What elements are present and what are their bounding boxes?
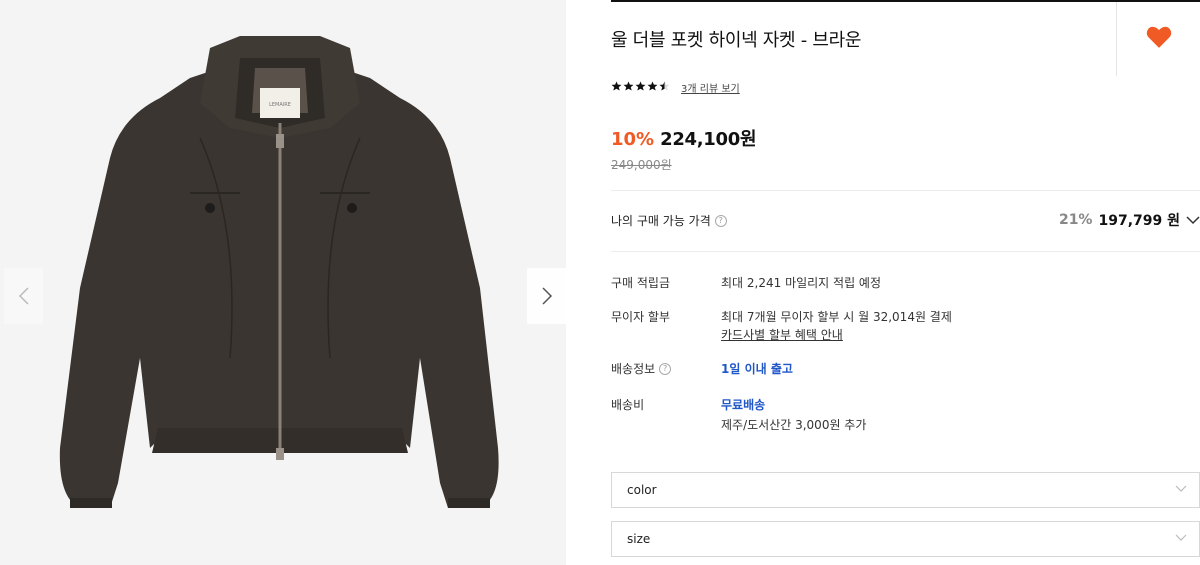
info-label-installment: 무이자 할부 [611, 310, 671, 324]
question-circle-icon[interactable]: ? [714, 214, 727, 227]
star-icon [635, 81, 646, 91]
info-value-shipping-fee: 무료배송 [721, 398, 766, 412]
info-label-points: 구매 적립금 [611, 276, 671, 290]
top-divider [611, 0, 1200, 2]
installment-benefit-link[interactable]: 카드사별 할부 혜택 안내 [721, 326, 843, 343]
star-icon [623, 81, 634, 91]
product-title: 울 더블 포켓 하이넥 자켓 - 브라운 [611, 30, 862, 51]
color-select-placeholder: color [627, 483, 657, 497]
wishlist-button[interactable] [1146, 25, 1172, 53]
my-price-label-text: 나의 구매 가능 가격 [611, 214, 711, 228]
heart-icon [1146, 26, 1172, 48]
product-image: LEMAIRE [59, 36, 499, 508]
review-link[interactable]: 3개 리뷰 보기 [681, 80, 740, 95]
divider [611, 190, 1200, 191]
size-select-placeholder: size [627, 532, 651, 546]
wish-divider [1116, 2, 1117, 76]
product-image-gallery: LEMAIRE [0, 0, 566, 565]
discount-rate: 10% [611, 129, 655, 150]
price-row: 10% 224,100원 [611, 125, 757, 151]
next-image-button[interactable] [527, 268, 566, 324]
info-value-shipping-fee-extra: 제주/도서산간 3,000원 추가 [721, 418, 867, 432]
prev-image-button[interactable] [4, 268, 43, 324]
info-label-shipping-fee: 배송비 [611, 398, 645, 412]
chevron-left-icon [18, 287, 29, 305]
my-price-toggle[interactable]: 21% 197,799 원 [1059, 210, 1200, 230]
info-value-shipping: 1일 이내 출고 [721, 362, 793, 376]
info-label-shipping-text: 배송정보 [611, 362, 656, 376]
my-price-value: 197,799 원 [1098, 213, 1180, 229]
half-star-icon [659, 81, 670, 91]
my-price-discount: 21% [1058, 212, 1093, 228]
star-icon [611, 81, 622, 91]
divider [611, 251, 1200, 252]
chevron-down-icon [1175, 534, 1187, 541]
question-circle-icon[interactable]: ? [659, 362, 672, 375]
original-price: 249,000원 [611, 158, 672, 172]
star-icon [647, 81, 658, 91]
my-price-label: 나의 구매 가능 가격 ? [611, 212, 727, 229]
brand-label: LEMAIRE [269, 102, 291, 108]
chevron-down-icon [1186, 216, 1200, 225]
sale-price: 224,100원 [660, 129, 757, 150]
chevron-down-icon [1175, 485, 1187, 492]
rating-stars [611, 81, 670, 91]
info-value-installment: 최대 7개월 무이자 할부 시 월 32,014원 결제 [721, 310, 952, 324]
info-label-shipping: 배송정보 ? [611, 360, 672, 377]
chevron-right-icon [541, 287, 552, 305]
color-select[interactable]: color [611, 472, 1200, 508]
product-info-panel: 울 더블 포켓 하이넥 자켓 - 브라운 3개 리뷰 보기 10% 224,10… [611, 0, 1200, 565]
info-value-points: 최대 2,241 마일리지 적립 예정 [721, 276, 882, 290]
size-select[interactable]: size [611, 521, 1200, 557]
